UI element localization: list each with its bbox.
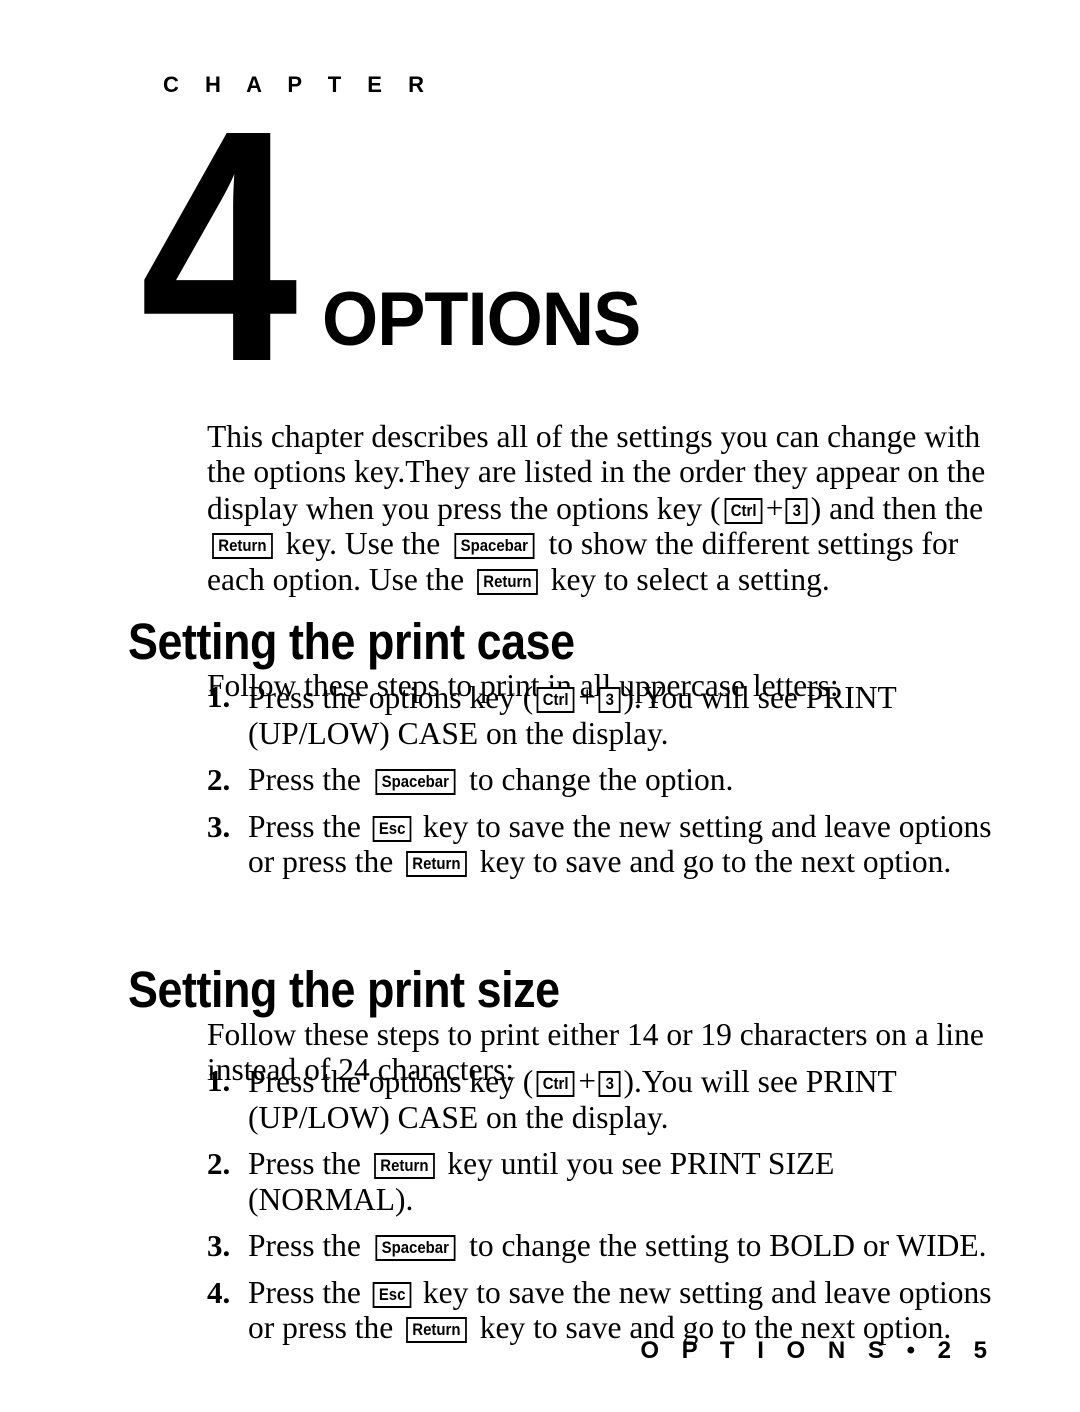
plus-symbol: +	[578, 1063, 596, 1098]
keycap-return: Return	[212, 533, 273, 559]
plus-symbol: +	[578, 679, 596, 714]
keycap-esc: Esc	[372, 815, 412, 842]
step-text: Press the Spacebar to change the setting…	[248, 1228, 987, 1263]
keycap-spacebar: Spacebar	[375, 769, 455, 795]
page-title: OPTIONS	[322, 277, 641, 362]
list-item: 1. Press the options key (Ctrl +3).You wil…	[207, 679, 1007, 751]
keycap-3: 3	[598, 1071, 621, 1097]
step-number: 1.	[207, 679, 231, 714]
section-heading-print-size: Setting the print size	[128, 961, 560, 1019]
step-text: Press the options key (Ctrl +3).You will …	[248, 1063, 897, 1135]
intro-paragraph: This chapter describes all of the settin…	[207, 418, 986, 597]
list-item: 2. Press the Return key until you see PRI…	[207, 1146, 1007, 1217]
list-item: 1. Press the options key (Ctrl +3).You wil…	[207, 1063, 1007, 1135]
step-number: 3.	[207, 808, 231, 844]
list-item: 4. Press the Esc key to save the new sett…	[207, 1275, 1007, 1346]
step-number: 1.	[207, 1063, 231, 1098]
step-text: Press the Return key until you see PRINT…	[248, 1146, 835, 1217]
keycap-esc: Esc	[372, 1281, 412, 1308]
keycap-return: Return	[406, 851, 467, 877]
list-item: 3. Press the Spacebar to change the setti…	[207, 1228, 1007, 1264]
step-number: 2.	[207, 1146, 231, 1181]
keycap-return: Return	[373, 1153, 435, 1179]
page-footer: O P T I O N S • 2 5	[640, 1337, 995, 1364]
keycap-return: Return	[406, 1317, 467, 1343]
step-number: 4.	[207, 1274, 231, 1310]
keycap-return: Return	[477, 568, 538, 595]
chapter-number: 4	[140, 61, 298, 430]
keycap-spacebar: Spacebar	[454, 533, 535, 559]
step-list-print-case: 1. Press the options key (Ctrl +3).You wil…	[207, 679, 1007, 880]
keycap-ctrl: Ctrl	[536, 687, 575, 713]
keycap-spacebar: Spacebar	[375, 1235, 455, 1261]
keycap-ctrl: Ctrl	[724, 497, 763, 524]
keycap-ctrl: Ctrl	[536, 1071, 575, 1097]
step-text: Press the Spacebar to change the option.	[248, 762, 734, 797]
plus-symbol: +	[765, 489, 784, 525]
step-text: Press the options key (Ctrl +3).You will …	[248, 679, 897, 751]
list-item: 3. Press the Esc key to save the new sett…	[207, 809, 1007, 880]
section-heading-print-case: Setting the print case	[128, 613, 575, 671]
step-number: 3.	[207, 1228, 231, 1263]
step-list-print-size: 1. Press the options key (Ctrl +3).You wil…	[207, 1063, 1007, 1346]
step-number: 2.	[207, 762, 231, 797]
list-item: 2. Press the Spacebar to change the optio…	[207, 762, 1007, 798]
keycap-3: 3	[785, 497, 809, 524]
step-text: Press the Esc key to save the new settin…	[248, 808, 992, 880]
keycap-3: 3	[598, 687, 621, 713]
document-page: C H A P T E R 4 OPTIONS This chapter des…	[0, 0, 1080, 1412]
step-text: Press the Esc key to save the new settin…	[248, 1274, 992, 1346]
